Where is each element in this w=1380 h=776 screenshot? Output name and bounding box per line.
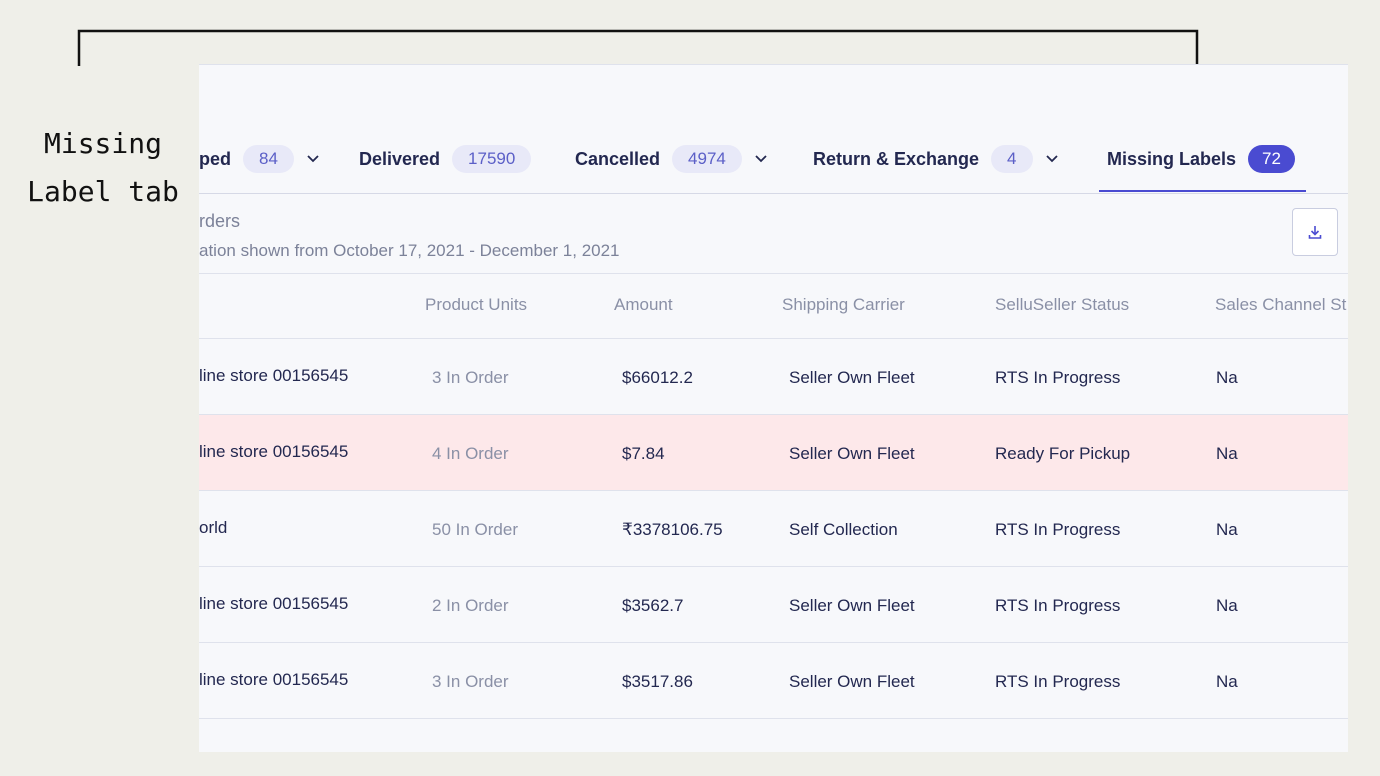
cell-units: 2 In Order [432,596,509,615]
tab-label: Return & Exchange [813,148,980,169]
cell-status: RTS In Progress [995,596,1121,615]
tab-return-exchange[interactable]: Return & Exchange 4 [813,144,1059,174]
cell-store: line store 00156545 [199,594,349,613]
date-range-text: ation shown from October 17, 2021 - Dece… [199,241,620,260]
table-divider [199,273,1348,274]
column-header[interactable]: Amount [614,295,673,315]
cell-store: orld [199,518,228,537]
column-header[interactable]: Shipping Carrier [782,295,905,315]
tab-cancelled[interactable]: Cancelled 4974 [575,144,768,174]
tab-label: Cancelled [575,148,661,169]
cell-channel: Na [1216,672,1238,691]
cell-status: RTS In Progress [995,368,1121,387]
row-divider [199,718,1348,719]
tab-label: ped [199,148,232,169]
cell-amount: ₹3378106.75 [622,520,723,539]
tab-count-badge: 4 [991,145,1033,173]
cell-channel: Na [1216,596,1238,615]
cell-units: 4 In Order [432,444,509,463]
chevron-down-icon[interactable] [306,152,320,166]
tab-count-badge: 72 [1248,145,1295,173]
download-button[interactable] [1292,208,1338,256]
column-header[interactable]: Product Units [425,295,527,315]
column-header[interactable]: SelluSeller Status [995,295,1129,315]
cell-units: 3 In Order [432,368,509,387]
cell-amount: $3517.86 [622,672,693,691]
callout-label: Missing Label tab [27,127,179,208]
tab-count-badge: 84 [243,145,294,173]
cell-channel: Na [1216,520,1238,539]
table-row[interactable]: orld 50 In Order ₹3378106.75 Self Collectio… [199,491,1348,566]
cell-carrier: Seller Own Fleet [789,672,915,691]
chevron-down-icon[interactable] [754,152,768,166]
cell-amount: $7.84 [622,444,665,463]
cell-channel: Na [1216,444,1238,463]
tab-label: Missing Labels [1107,148,1237,169]
tab-delivered[interactable]: Delivered 17590 [359,144,532,174]
cell-units: 50 In Order [432,520,518,539]
cell-amount: $3562.7 [622,596,684,615]
tab-missing-labels[interactable]: Missing Labels 72 [1107,144,1295,174]
cell-carrier: Seller Own Fleet [789,444,915,463]
chevron-down-icon[interactable] [1045,152,1059,166]
tab-shipped[interactable]: ped 84 [199,144,320,174]
cell-units: 3 In Order [432,672,509,691]
cell-store: line store 00156545 [199,670,349,689]
table-row[interactable]: line store 00156545 2 In Order $3562.7 Sell… [199,567,1348,642]
column-header[interactable]: Sales Channel St [1215,295,1346,315]
cell-channel: Na [1216,368,1238,387]
cell-status: RTS In Progress [995,672,1121,691]
section-title: rders [199,211,241,231]
cell-carrier: Self Collection [789,520,898,539]
tab-count-badge: 17590 [452,145,532,173]
table-row[interactable]: line store 00156545 4 In Order $7.84 Seller… [199,415,1348,490]
active-tab-indicator [1099,190,1306,192]
cell-amount: $66012.2 [622,368,693,387]
download-icon [1308,226,1322,239]
table-row[interactable]: line store 00156545 3 In Order $66012.2 Sel… [199,339,1348,414]
tab-label: Delivered [359,148,441,169]
cell-status: Ready For Pickup [995,444,1131,463]
table-row[interactable]: line store 00156545 3 In Order $3517.86 Sel… [199,643,1348,718]
cell-status: RTS In Progress [995,520,1121,539]
status-tab-bar: ped 84 Delivered 17590 Cancelled 4974 Re… [199,65,1348,194]
orders-panel: ped 84 Delivered 17590 Cancelled 4974 Re… [199,64,1348,752]
cell-store: line store 00156545 [199,442,349,461]
tab-count-badge: 4974 [672,145,742,173]
cell-carrier: Seller Own Fleet [789,596,915,615]
cell-carrier: Seller Own Fleet [789,368,915,387]
cell-store: line store 00156545 [199,366,349,385]
